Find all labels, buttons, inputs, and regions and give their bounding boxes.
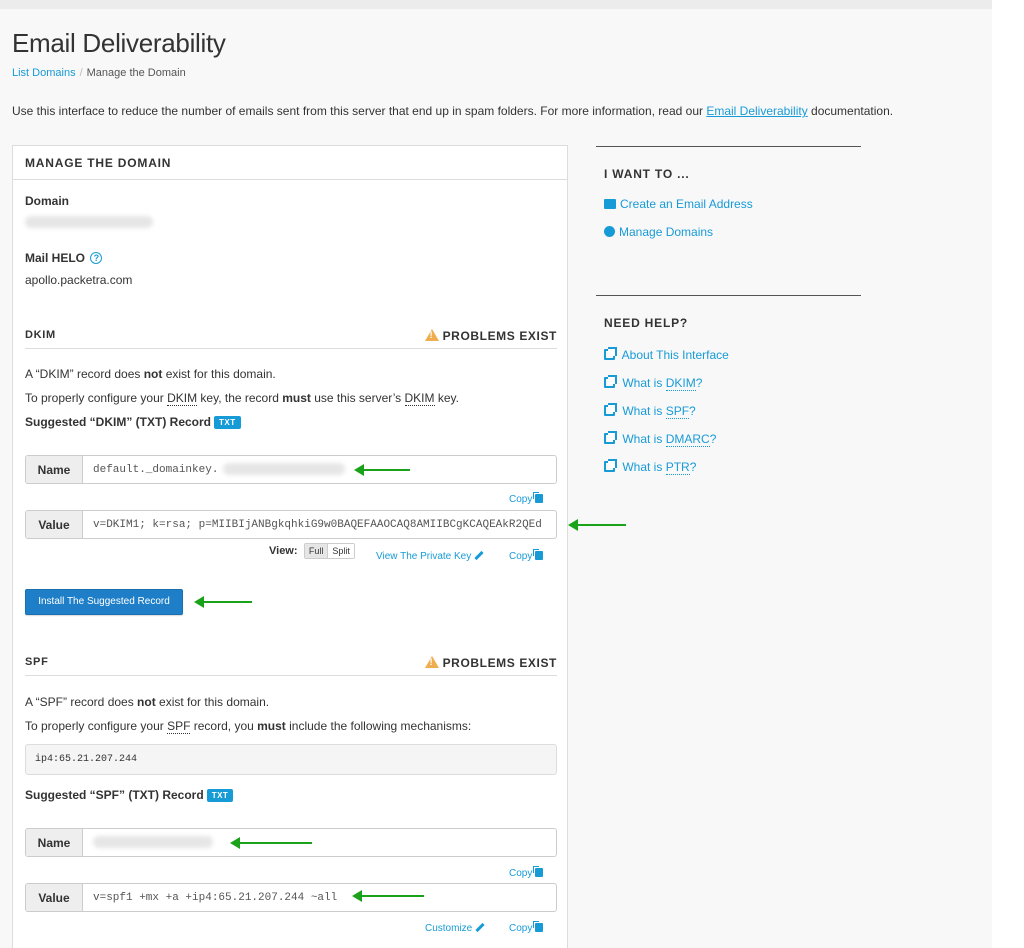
globe-icon (604, 226, 615, 237)
what-is-dmarc-link[interactable]: What is DMARC? (604, 431, 716, 447)
mail-helo-label: Mail HELO ? (25, 251, 103, 265)
spf-missing-text: A “SPF” record does not exist for this d… (25, 695, 270, 709)
view-private-key-link[interactable]: View The Private Key (376, 548, 484, 562)
breadcrumb-current: Manage the Domain (86, 67, 186, 79)
spf-title: SPF (25, 656, 49, 668)
dkim-suggested-label: Suggested “DKIM” (TXT) Record TXT (25, 415, 241, 429)
spf-value-text[interactable]: v=spf1 +mx +a +ip4:65.21.207.244 ~all (83, 884, 347, 911)
warning-triangle-icon (424, 329, 439, 341)
external-link-icon (604, 347, 617, 360)
warning-triangle-icon (424, 656, 439, 668)
arrow-left-icon (230, 837, 312, 849)
spf-config-text: To properly configure your SPF record, y… (25, 719, 472, 734)
mail-helo-value: apollo.packetra.com (25, 273, 133, 287)
spf-section-header: SPF PROBLEMS EXIST (25, 656, 557, 676)
external-link-icon (604, 375, 617, 388)
envelope-icon (604, 199, 616, 209)
copy-icon (535, 868, 544, 877)
arrow-left-icon (194, 596, 252, 608)
dkim-name-copy-button[interactable]: Copy (509, 491, 544, 505)
i-want-to-header: I WANT TO ... (604, 167, 690, 181)
dkim-value-copy-button[interactable]: Copy (509, 548, 544, 562)
install-suggested-record-button[interactable]: Install The Suggested Record (25, 589, 183, 615)
copy-icon (535, 494, 544, 503)
dkim-view-toggle: View: Full Split (269, 543, 355, 559)
dkim-title: DKIM (25, 329, 56, 341)
about-interface-link[interactable]: About This Interface (604, 347, 729, 362)
arrow-left-icon (354, 464, 410, 476)
external-link-icon (604, 459, 617, 472)
spf-value-field[interactable]: Value v=spf1 +mx +a +ip4:65.21.207.244 ~… (25, 883, 557, 912)
manage-domain-panel: MANAGE THE DOMAIN Domain Mail HELO ? apo… (12, 145, 568, 948)
dkim-value-field[interactable]: Value v=DKIM1; k=rsa; p=MIIBIjANBgkqhkiG… (25, 510, 557, 539)
domain-value-redacted (25, 216, 153, 228)
external-link-icon (604, 431, 617, 444)
breadcrumb: List Domains / Manage the Domain (12, 67, 186, 79)
copy-icon (535, 923, 544, 932)
spf-value-label: Value (26, 884, 83, 911)
dkim-missing-text: A “DKIM” record does not exist for this … (25, 367, 276, 381)
dkim-value-text[interactable]: v=DKIM1; k=rsa; p=MIIBIjANBgkqhkiG9w0BAQ… (83, 511, 552, 538)
breadcrumb-list-domains-link[interactable]: List Domains (12, 67, 76, 79)
txt-badge: TXT (214, 416, 241, 429)
domain-label: Domain (25, 194, 70, 208)
page-title: Email Deliverability (12, 28, 226, 58)
spf-name-copy-button[interactable]: Copy (509, 865, 544, 879)
external-link-icon (604, 403, 617, 416)
spf-status: PROBLEMS EXIST (424, 656, 557, 670)
spf-suggested-label: Suggested “SPF” (TXT) Record TXT (25, 788, 234, 802)
what-is-dkim-link[interactable]: What is DKIM? (604, 375, 702, 391)
spf-value-copy-button[interactable]: Copy (509, 920, 544, 934)
sidebar-divider (596, 146, 861, 147)
need-help-header: NEED HELP? (604, 316, 689, 330)
question-circle-icon[interactable]: ? (90, 252, 103, 264)
what-is-spf-link[interactable]: What is SPF? (604, 403, 696, 419)
spf-customize-link[interactable]: Customize (425, 920, 485, 934)
what-is-ptr-link[interactable]: What is PTR? (604, 459, 696, 475)
manage-domain-header: MANAGE THE DOMAIN (13, 146, 567, 180)
dkim-name-label: Name (26, 456, 83, 483)
dkim-name-value[interactable]: default._domainkey. (83, 456, 228, 483)
pencil-icon (474, 550, 484, 561)
arrow-left-icon (352, 890, 424, 902)
view-split-button[interactable]: Split (328, 544, 354, 558)
dkim-value-label: Value (26, 511, 83, 538)
spf-mechanisms-box: ip4:65.21.207.244 (25, 744, 557, 775)
email-deliverability-doc-link[interactable]: Email Deliverability (706, 104, 807, 118)
spf-name-label: Name (26, 829, 83, 856)
create-email-address-link[interactable]: Create an Email Address (604, 197, 753, 211)
dkim-name-domain-redacted (223, 463, 345, 475)
dkim-section-header: DKIM PROBLEMS EXIST (25, 329, 557, 349)
copy-icon (535, 551, 544, 560)
dkim-status: PROBLEMS EXIST (424, 329, 557, 343)
dkim-config-text: To properly configure your DKIM key, the… (25, 391, 459, 406)
pencil-icon (475, 922, 485, 933)
view-full-button[interactable]: Full (304, 544, 329, 558)
spf-name-redacted (93, 836, 213, 848)
intro-text: Use this interface to reduce the number … (12, 104, 894, 118)
arrow-left-icon (568, 519, 626, 531)
sidebar-divider (596, 295, 861, 296)
txt-badge: TXT (206, 789, 234, 802)
manage-domains-link[interactable]: Manage Domains (604, 225, 713, 239)
